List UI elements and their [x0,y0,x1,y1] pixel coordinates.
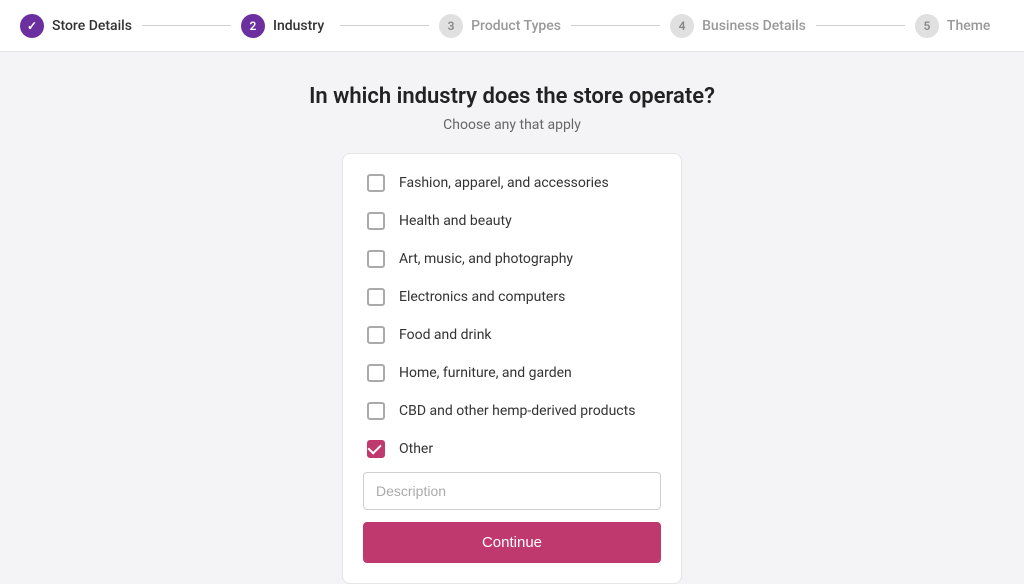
connector-3-4 [571,25,660,26]
step-3-label: Product Types [471,18,561,34]
option-fashion[interactable]: Fashion, apparel, and accessories [343,164,681,202]
step-store-details[interactable]: ✓ Store Details [20,14,132,38]
option-other-label: Other [399,441,433,457]
step-industry[interactable]: 2 Industry [241,14,330,38]
option-electronics[interactable]: Electronics and computers [343,278,681,316]
step-2-number: 2 [241,14,265,38]
option-cbd[interactable]: CBD and other hemp-derived products [343,392,681,430]
step-business-details[interactable]: 4 Business Details [670,14,806,38]
step-2-label: Industry [273,18,324,34]
option-home-furniture[interactable]: Home, furniture, and garden [343,354,681,392]
option-health-beauty[interactable]: Health and beauty [343,202,681,240]
option-electronics-label: Electronics and computers [399,289,565,305]
options-card: Fashion, apparel, and accessories Health… [342,153,682,584]
option-home-furniture-label: Home, furniture, and garden [399,365,572,381]
checkbox-food-drink[interactable] [367,326,385,344]
option-art-music[interactable]: Art, music, and photography [343,240,681,278]
checkbox-fashion[interactable] [367,174,385,192]
option-cbd-label: CBD and other hemp-derived products [399,403,635,419]
step-1-label: Store Details [52,18,132,34]
connector-1-2 [142,25,231,26]
stepper: ✓ Store Details 2 Industry 3 Product Typ… [0,0,1024,52]
option-food-drink[interactable]: Food and drink [343,316,681,354]
checkbox-electronics[interactable] [367,288,385,306]
main-content: In which industry does the store operate… [0,52,1024,584]
option-art-music-label: Art, music, and photography [399,251,573,267]
checkbox-cbd[interactable] [367,402,385,420]
connector-2-3 [340,25,429,26]
continue-button[interactable]: Continue [363,522,661,563]
step-theme[interactable]: 5 Theme [915,14,1004,38]
option-other[interactable]: Other [343,430,681,468]
checkbox-health-beauty[interactable] [367,212,385,230]
step-5-label: Theme [947,18,991,34]
step-product-types[interactable]: 3 Product Types [439,14,561,38]
checkbox-art-music[interactable] [367,250,385,268]
checkbox-other[interactable] [367,440,385,458]
step-4-label: Business Details [702,18,806,34]
step-1-number: ✓ [20,14,44,38]
step-3-number: 3 [439,14,463,38]
option-fashion-label: Fashion, apparel, and accessories [399,175,609,191]
description-input[interactable] [363,472,661,510]
connector-4-5 [816,25,905,26]
page-title: In which industry does the store operate… [309,84,715,109]
checkbox-home-furniture[interactable] [367,364,385,382]
option-health-beauty-label: Health and beauty [399,213,512,229]
option-food-drink-label: Food and drink [399,327,492,343]
step-5-number: 5 [915,14,939,38]
step-4-number: 4 [670,14,694,38]
page-subtitle: Choose any that apply [443,117,581,133]
